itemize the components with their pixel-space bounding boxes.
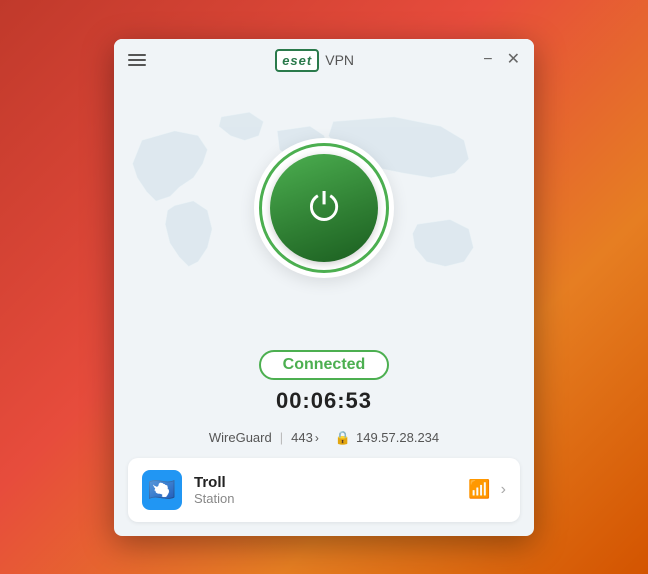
vpn-label: VPN: [325, 52, 354, 68]
connection-timer: 00:06:53: [276, 388, 372, 414]
server-card[interactable]: 🇦🇶 Troll Station 📶 ›: [128, 458, 520, 522]
power-toggle-button[interactable]: ⏻: [270, 154, 378, 262]
close-button[interactable]: ✕: [507, 52, 520, 68]
port-label: 443: [291, 430, 313, 445]
ip-address: 149.57.28.234: [356, 430, 439, 445]
minimize-button[interactable]: −: [483, 52, 492, 68]
flag-emoji: 🇦🇶: [148, 477, 175, 503]
power-icon: ⏻: [309, 189, 339, 227]
titlebar-center: eset VPN: [275, 49, 354, 72]
main-content: ⏻ Connected 00:06:53 WireGuard | 443 › 🔒…: [114, 78, 534, 522]
protocol-label: WireGuard: [209, 430, 272, 445]
status-section: Connected 00:06:53: [114, 338, 534, 422]
signal-strength-icon: 📶: [468, 479, 490, 500]
server-subtitle: Station: [194, 491, 456, 506]
divider: |: [280, 430, 283, 445]
lock-icon: 🔒: [335, 430, 351, 446]
server-name: Troll: [194, 474, 456, 491]
chevron-right-icon[interactable]: ›: [501, 481, 506, 499]
menu-button[interactable]: [128, 54, 146, 66]
map-area: ⏻: [114, 78, 534, 338]
server-right-controls: 📶 ›: [468, 479, 506, 500]
app-window: eset VPN − ✕: [114, 39, 534, 536]
titlebar: eset VPN − ✕: [114, 39, 534, 78]
server-flag-icon: 🇦🇶: [142, 470, 182, 510]
port-arrow-icon[interactable]: ›: [315, 431, 319, 445]
server-info: Troll Station: [194, 474, 456, 506]
eset-logo: eset: [275, 49, 319, 72]
power-button-container: ⏻: [254, 138, 394, 278]
ip-group: 🔒 149.57.28.234: [335, 430, 439, 446]
connection-info: WireGuard | 443 › 🔒 149.57.28.234: [114, 422, 534, 452]
connection-status-badge: Connected: [259, 350, 390, 380]
titlebar-right: − ✕: [483, 52, 520, 68]
titlebar-left: [128, 54, 146, 66]
power-ring: ⏻: [259, 143, 389, 273]
